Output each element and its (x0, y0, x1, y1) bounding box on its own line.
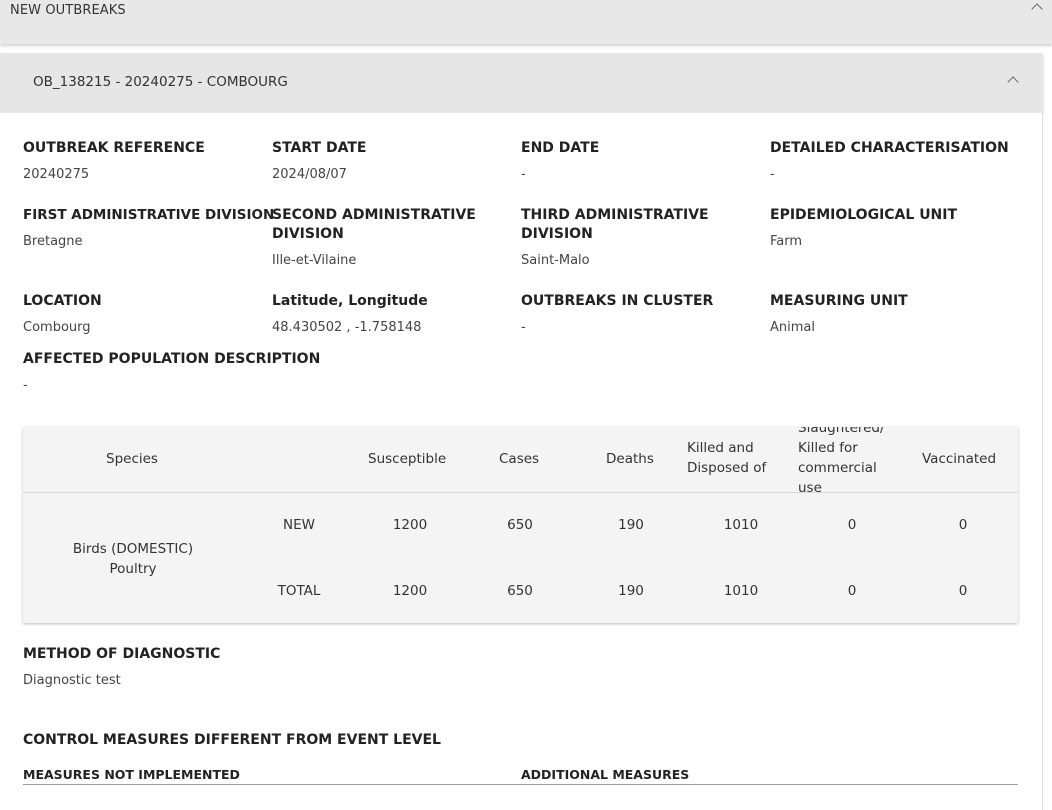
field-value: Diagnostic test (23, 673, 121, 688)
affected-population-field: AFFECTED POPULATION DESCRIPTION - (23, 350, 523, 394)
header-killed-line1: Killed and (687, 440, 754, 456)
cell-cases: 650 (507, 517, 533, 533)
divider (23, 784, 1018, 785)
third-admin-division-field: THIRD ADMINISTRATIVE DIVISION Saint-Malo (521, 206, 731, 269)
header-species: Species (106, 451, 158, 467)
detailed-characterisation-field: DETAILED CHARACTERISATION - (770, 139, 1030, 183)
chevron-up-icon[interactable] (1007, 76, 1019, 88)
outbreak-reference-field: OUTBREAK REFERENCE 20240275 (23, 139, 268, 183)
cell-vaccinated: 0 (958, 517, 968, 533)
end-date-field: END DATE - (521, 139, 766, 183)
cell-deaths: 190 (618, 517, 644, 533)
header-slaughtered-line1: Slaughtered/ (798, 427, 885, 436)
header-slaughtered-line3: commercial (798, 460, 877, 476)
epidemiological-unit-field: EPIDEMIOLOGICAL UNIT Farm (770, 206, 1030, 250)
measuring-unit-field: MEASURING UNIT Animal (770, 292, 1030, 336)
outbreak-accordion-header[interactable]: OB_138215 - 20240275 - COMBOURG (0, 53, 1043, 113)
header-susceptible: Susceptible (368, 451, 447, 467)
field-label: MEASURING UNIT (770, 293, 908, 309)
header-cases: Cases (499, 451, 540, 467)
field-label: OUTBREAKS IN CLUSTER (521, 293, 714, 309)
cell-susceptible: 1200 (392, 583, 428, 599)
header-divider (23, 492, 1018, 493)
location-field: LOCATION Combourg (23, 292, 268, 336)
field-label: END DATE (521, 140, 600, 156)
field-label: AFFECTED POPULATION DESCRIPTION (23, 351, 321, 367)
second-admin-division-field: SECOND ADMINISTRATIVE DIVISION Ille-et-V… (272, 206, 492, 269)
row-type: NEW (283, 517, 315, 533)
field-label: SECOND ADMINISTRATIVE DIVISION (272, 207, 476, 242)
field-value: Saint-Malo (521, 253, 590, 268)
field-label: Latitude, Longitude (272, 293, 428, 309)
control-measures-section: CONTROL MEASURES DIFFERENT FROM EVENT LE… (23, 731, 623, 750)
cell-susceptible: 1200 (392, 517, 428, 533)
cell-slaughtered: 0 (847, 583, 857, 599)
additional-measures-label: ADDITIONAL MEASURES (521, 767, 690, 782)
field-label: DETAILED CHARACTERISATION (770, 140, 1009, 156)
cell-killed: 1010 (723, 517, 759, 533)
field-value: Ille-et-Vilaine (272, 253, 357, 268)
field-label: START DATE (272, 140, 367, 156)
species-cell: Birds (DOMESTIC) Poultry (53, 539, 213, 579)
header-vaccinated: Vaccinated (922, 451, 997, 467)
outbreaks-in-cluster-field: OUTBREAKS IN CLUSTER - (521, 292, 766, 336)
header-killed: Killed and Disposed of (687, 438, 766, 478)
field-value: - (521, 167, 526, 182)
cell-killed: 1010 (723, 583, 759, 599)
field-value: Animal (770, 320, 815, 335)
first-admin-division-field: FIRST ADMINISTRATIVE DIVISION Bretagne (23, 206, 283, 250)
field-value: 20240275 (23, 167, 90, 182)
field-value: Combourg (23, 320, 91, 335)
lat-long-field: Latitude, Longitude 48.430502 , -1.75814… (272, 292, 517, 336)
panel-title: NEW OUTBREAKS (10, 3, 126, 18)
field-value: 48.430502 , -1.758148 (272, 320, 422, 335)
outbreak-details: OUTBREAK REFERENCE 20240275 START DATE 2… (0, 113, 1043, 810)
cell-cases: 650 (507, 583, 533, 599)
field-value: Farm (770, 234, 803, 249)
cell-vaccinated: 0 (958, 583, 968, 599)
species-line2: Poultry (109, 561, 157, 577)
field-label: EPIDEMIOLOGICAL UNIT (770, 207, 958, 223)
new-outbreaks-panel-header[interactable]: NEW OUTBREAKS (0, 0, 1052, 44)
header-slaughtered: Slaughtered/ Killed for commercial use (798, 427, 885, 498)
row-type: TOTAL (277, 583, 321, 599)
header-deaths: Deaths (606, 451, 654, 467)
field-value: Bretagne (23, 234, 83, 249)
control-measures-title: CONTROL MEASURES DIFFERENT FROM EVENT LE… (23, 732, 441, 748)
field-label: LOCATION (23, 293, 102, 309)
start-date-field: START DATE 2024/08/07 (272, 139, 517, 183)
field-label: FIRST ADMINISTRATIVE DIVISION (23, 207, 275, 223)
species-table: Species Susceptible Cases Deaths Killed … (23, 427, 1018, 623)
field-value: - (521, 320, 526, 335)
field-value: - (770, 167, 775, 182)
header-slaughtered-line2: Killed for (798, 440, 858, 456)
field-value: 2024/08/07 (272, 167, 347, 182)
species-line1: Birds (DOMESTIC) (72, 541, 194, 557)
cell-slaughtered: 0 (847, 517, 857, 533)
chevron-up-icon[interactable] (1031, 3, 1043, 15)
header-slaughtered-line4: use (798, 480, 822, 496)
measures-not-implemented-label: MEASURES NOT IMPLEMENTED (23, 767, 240, 782)
field-label: OUTBREAK REFERENCE (23, 140, 205, 156)
field-value: - (23, 378, 28, 393)
method-of-diagnostic-field: METHOD OF DIAGNOSTIC Diagnostic test (23, 645, 423, 689)
cell-deaths: 190 (618, 583, 644, 599)
header-killed-line2: Disposed of (687, 460, 767, 476)
outbreak-title: OB_138215 - 20240275 - COMBOURG (33, 74, 288, 90)
field-label: THIRD ADMINISTRATIVE DIVISION (521, 207, 709, 242)
field-label: METHOD OF DIAGNOSTIC (23, 646, 221, 662)
